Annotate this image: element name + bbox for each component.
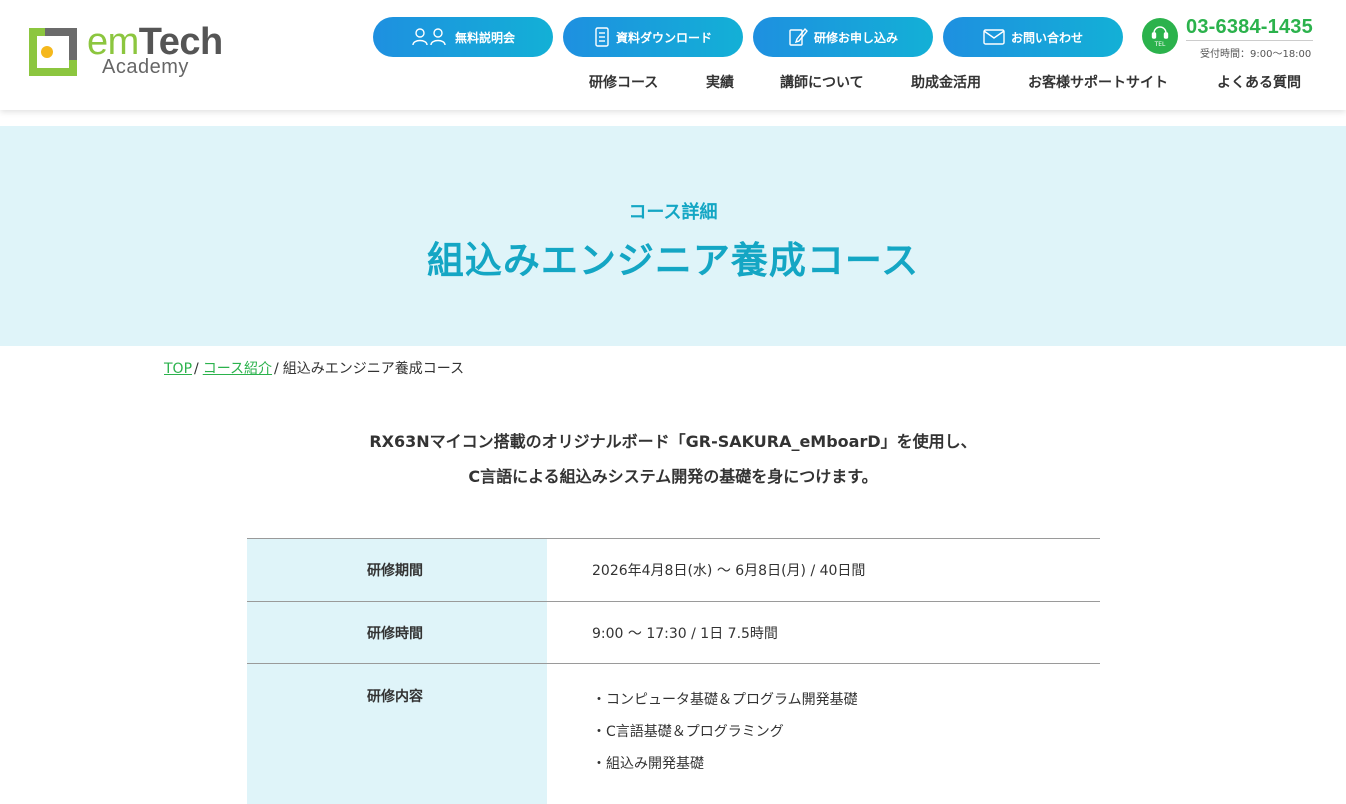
nav-training-courses[interactable]: 研修コース (589, 72, 658, 92)
page-title: 組込みエンジニア養成コース (426, 239, 920, 282)
breadcrumb: TOP / コース紹介 / 組込みエンジニア養成コース (164, 358, 464, 378)
contact-button[interactable]: お問い合わせ (943, 17, 1123, 57)
training-application-label: 研修お申し込み (813, 30, 898, 45)
period-label: 研修期間 (247, 539, 547, 601)
content-list: ・コンピュータ基礎＆プログラム開発基礎 ・C言語基礎＆プログラミング ・組込み開… (547, 664, 1100, 804)
nav-faq[interactable]: よくある質問 (1217, 72, 1301, 92)
main-nav: 研修コース 実績 講師について 助成金活用 お客様サポートサイト よくある質問 (0, 72, 1346, 94)
nav-results[interactable]: 実績 (706, 72, 734, 92)
contact-label: お問い合わせ (1010, 30, 1083, 45)
hero-subtitle: コース詳細 (628, 202, 718, 223)
period-value: 2026年4月8日(水) 〜 6月8日(月) / 40日間 (592, 563, 866, 579)
content-label: 研修内容 (247, 664, 547, 804)
breadcrumb-courses-link[interactable]: コース紹介 (203, 361, 272, 377)
content-item: ・C言語基礎＆プログラミング (592, 724, 784, 740)
table-row-time: 研修時間 9:00 〜 17:30 / 1日 7.5時間 (247, 602, 1100, 664)
nav-subsidy[interactable]: 助成金活用 (911, 72, 981, 92)
page-hero: コース詳細 組込みエンジニア養成コース (0, 126, 1346, 346)
nav-instructors[interactable]: 講師について (780, 72, 864, 92)
phone-badge: TEL (1142, 18, 1178, 54)
breadcrumb-current: 組込みエンジニア養成コース (282, 361, 465, 377)
breadcrumb-separator: / (274, 361, 279, 377)
reception-hours: 受付時間：9:00〜18:00 (1200, 49, 1312, 60)
content-item: ・コンピュータ基礎＆プログラム開発基礎 (592, 692, 858, 708)
document-download-button[interactable]: 資料ダウンロード (563, 17, 743, 57)
free-seminar-button[interactable]: 無料説明会 (373, 17, 553, 57)
users-icon (412, 28, 446, 46)
lead-line-2: C言語による組込みシステム開発の基礎を身につけます。 (468, 467, 878, 486)
time-value: 9:00 〜 17:30 / 1日 7.5時間 (592, 625, 778, 642)
table-row-content: 研修内容 ・コンピュータ基礎＆プログラム開発基礎 ・C言語基礎＆プログラミング … (247, 664, 1100, 804)
headset-icon (1151, 25, 1169, 39)
document-icon (595, 27, 609, 47)
course-lead-text: RX63Nマイコン搭載のオリジナルボード「GR-SAKURA_eMboarD」を… (0, 424, 1346, 494)
course-info-table: 研修期間 2026年4月8日(水) 〜 6月8日(月) / 40日間 研修時間 … (247, 538, 1100, 804)
nav-support-site[interactable]: お客様サポートサイト (1028, 72, 1168, 92)
mail-icon (983, 29, 1005, 45)
tel-badge-text: TEL (1154, 40, 1166, 48)
phone-contact[interactable]: TEL 03-6384-1435 受付時間：9:00〜18:00 (1142, 16, 1322, 62)
table-row-period: 研修期間 2026年4月8日(水) 〜 6月8日(月) / 40日間 (247, 539, 1100, 602)
site-header: emTech Academy 無料説明会 資料ダウンロード 研修お申し込み お問… (0, 0, 1346, 110)
time-label: 研修時間 (247, 602, 547, 663)
lead-line-1: RX63Nマイコン搭載のオリジナルボード「GR-SAKURA_eMboarD」を… (369, 432, 977, 451)
content-item: ・組込み開発基礎 (592, 756, 704, 772)
phone-number[interactable]: 03-6384-1435 (1186, 16, 1313, 41)
breadcrumb-top-link[interactable]: TOP (164, 361, 192, 377)
document-download-label: 資料ダウンロード (615, 30, 712, 45)
logo-mark-icon (29, 28, 77, 76)
free-seminar-label: 無料説明会 (454, 30, 515, 45)
training-application-button[interactable]: 研修お申し込み (753, 17, 933, 57)
breadcrumb-separator: / (194, 361, 199, 377)
edit-icon (789, 27, 808, 46)
